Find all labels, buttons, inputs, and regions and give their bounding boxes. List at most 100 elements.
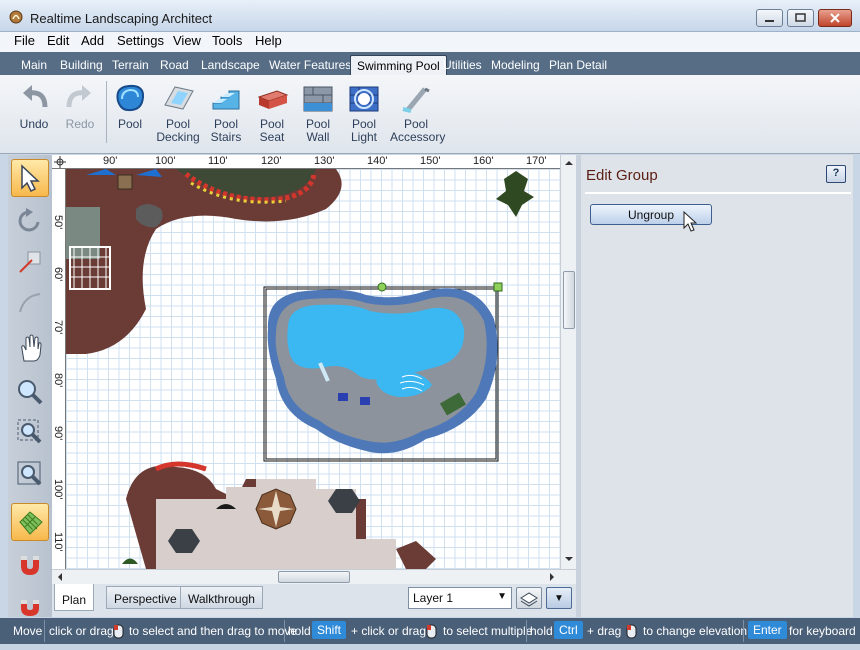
- horizontal-scrollbar[interactable]: [52, 569, 576, 584]
- close-icon: [830, 13, 840, 23]
- side-table: [117, 174, 133, 190]
- pool-stairs-icon: [212, 90, 240, 110]
- tab-plan[interactable]: Plan: [54, 584, 95, 611]
- curve-icon: [19, 293, 41, 313]
- layers-icon: [520, 592, 538, 607]
- resize-tool[interactable]: [11, 243, 49, 281]
- vertical-scroll-thumb[interactable]: [563, 271, 575, 329]
- pool-accessory-button[interactable]: Pool Accessory: [390, 81, 445, 144]
- tab-terrain[interactable]: Terrain: [106, 55, 155, 75]
- tab-walkthrough[interactable]: Walkthrough: [180, 586, 263, 609]
- grid-tool[interactable]: [11, 503, 49, 541]
- minimize-icon: [765, 20, 774, 22]
- tab-landscape[interactable]: Landscape: [195, 55, 266, 75]
- panel-title: Edit Group: [586, 167, 658, 184]
- help-button[interactable]: ?: [826, 165, 846, 183]
- ribbon-tab-bar: Main Building Terrain Road Landscape Wat…: [0, 52, 860, 75]
- tab-swimming-pool[interactable]: Swimming Pool: [350, 55, 447, 75]
- tree: [496, 171, 534, 217]
- menu-settings[interactable]: Settings: [117, 33, 164, 48]
- tab-modeling[interactable]: Modeling: [485, 55, 546, 75]
- pool-chair: [338, 393, 348, 401]
- ruler-tick: 110': [208, 155, 228, 167]
- menu-add[interactable]: Add: [81, 33, 104, 48]
- title-bar: Realtime Landscaping Architect: [0, 0, 860, 32]
- ruler-tick: 120': [261, 155, 282, 167]
- vertical-scrollbar[interactable]: [560, 155, 576, 569]
- ruler-tick: 100': [52, 479, 64, 500]
- resize-handle[interactable]: [493, 282, 503, 292]
- plan-drawing: [66, 169, 534, 569]
- pool-accessory-icon: [402, 87, 430, 113]
- ruler-tick: 140': [367, 155, 388, 167]
- zoom-window-icon: [17, 419, 42, 444]
- zoom-extents-tool[interactable]: [11, 455, 49, 493]
- pool-light-button[interactable]: Pool Light: [346, 81, 382, 144]
- horizontal-scroll-thumb[interactable]: [278, 571, 350, 583]
- tab-road[interactable]: Road: [154, 55, 195, 75]
- layer-dropdown[interactable]: Layer 1 ▼: [408, 587, 512, 609]
- ruler-tick: 60': [52, 267, 64, 282]
- enter-key-badge: Enter: [748, 621, 787, 639]
- plan-canvas[interactable]: [66, 169, 560, 569]
- tab-main[interactable]: Main: [15, 55, 53, 75]
- chevron-down-icon: ▼: [554, 593, 564, 604]
- pool-button[interactable]: Pool: [112, 81, 148, 131]
- zoom-tool[interactable]: [11, 373, 49, 411]
- rotate-handle[interactable]: [377, 282, 387, 292]
- status-separator: [743, 620, 744, 642]
- ruler-tick: 160': [473, 155, 494, 167]
- status-text: to select and then drag to move: [129, 624, 298, 638]
- menu-tools[interactable]: Tools: [212, 33, 242, 48]
- window-border: [0, 644, 860, 650]
- magnet-icon: [21, 556, 39, 575]
- status-text: to select multiple: [443, 624, 533, 638]
- expand-button[interactable]: ▼: [546, 587, 572, 609]
- status-text: for keyboard: [789, 624, 856, 638]
- menu-view[interactable]: View: [173, 33, 201, 48]
- tab-plan-detail[interactable]: Plan Detail: [543, 55, 613, 75]
- zoom-window-tool[interactable]: [11, 413, 49, 451]
- pool-chair: [360, 397, 370, 405]
- menu-help[interactable]: Help: [255, 33, 282, 48]
- brick-corner: [396, 541, 436, 569]
- redo-button[interactable]: Redo: [60, 81, 100, 131]
- tab-utilities[interactable]: Utilities: [437, 55, 488, 75]
- status-text: + click or drag: [351, 624, 427, 638]
- app-title: Realtime Landscaping Architect: [30, 11, 213, 26]
- menu-file[interactable]: File: [14, 33, 35, 48]
- pool-wall-button[interactable]: Pool Wall: [300, 81, 336, 144]
- status-separator: [284, 620, 285, 642]
- tab-perspective[interactable]: Perspective: [106, 586, 185, 609]
- minimize-button[interactable]: [756, 9, 783, 27]
- ruler-tick: 90': [52, 426, 64, 441]
- pool-icon: [116, 84, 145, 112]
- pool-seat-button[interactable]: Pool Seat: [254, 81, 290, 144]
- edit-group-panel: Edit Group ? Ungroup: [581, 155, 853, 617]
- rotate-icon: [18, 208, 40, 232]
- pool-stairs-button[interactable]: Pool Stairs: [206, 81, 246, 144]
- pan-tool[interactable]: [11, 329, 49, 367]
- scroll-down-icon: [565, 557, 573, 561]
- menu-edit[interactable]: Edit: [47, 33, 69, 48]
- undo-icon: [23, 85, 48, 108]
- select-tool[interactable]: [11, 159, 49, 197]
- pool-decking-icon: [164, 86, 194, 110]
- ruler-tick: 170': [526, 155, 547, 167]
- pool-decking-button[interactable]: Pool Decking: [154, 81, 202, 144]
- layers-button[interactable]: [516, 587, 542, 609]
- grill-area: [66, 207, 100, 259]
- scroll-up-icon: [565, 161, 573, 165]
- ruler-tick: 150': [420, 155, 441, 167]
- tab-building[interactable]: Building: [54, 55, 109, 75]
- shift-key-badge: Shift: [312, 621, 347, 639]
- pool-seat-icon: [257, 90, 289, 109]
- undo-button[interactable]: Undo: [14, 81, 54, 131]
- close-button[interactable]: [818, 9, 852, 27]
- zoom-extents-icon: [17, 461, 42, 486]
- maximize-button[interactable]: [787, 9, 814, 27]
- snap-tool[interactable]: [11, 545, 49, 583]
- tab-water-features[interactable]: Water Features: [263, 55, 357, 75]
- rotate-tool[interactable]: [11, 201, 49, 239]
- curve-tool[interactable]: [11, 283, 49, 321]
